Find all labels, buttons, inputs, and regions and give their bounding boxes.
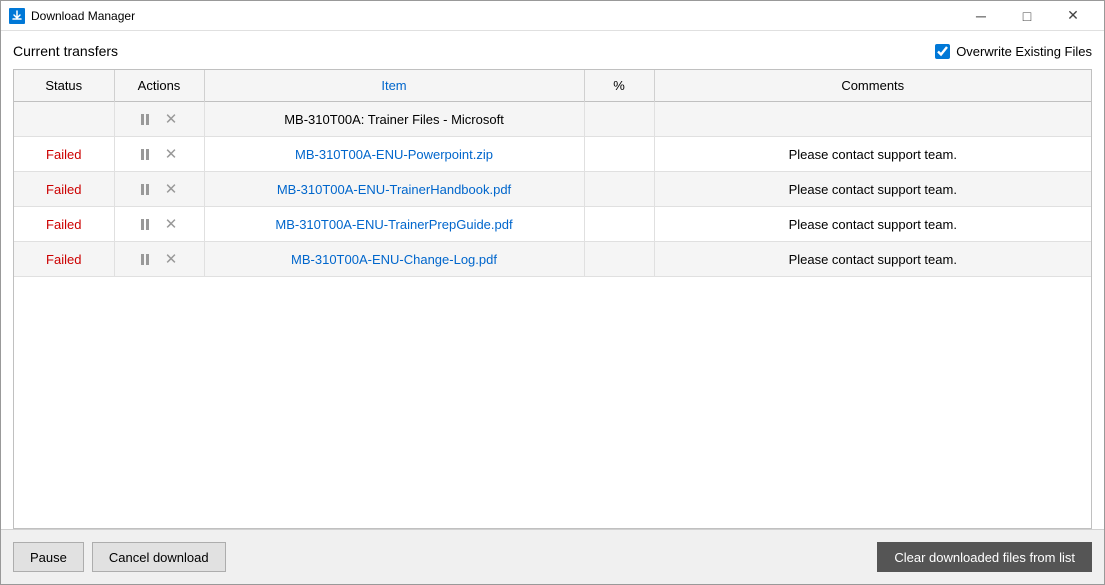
actions-buttons: ✕ bbox=[123, 143, 196, 165]
item-link[interactable]: MB-310T00A-ENU-TrainerPrepGuide.pdf bbox=[275, 217, 512, 232]
close-icon: ✕ bbox=[165, 145, 178, 163]
close-icon: ✕ bbox=[165, 180, 178, 198]
status-cell: Failed bbox=[14, 172, 114, 207]
overwrite-label: Overwrite Existing Files bbox=[956, 44, 1092, 59]
cancel-download-button[interactable]: Cancel download bbox=[92, 542, 226, 572]
close-icon: ✕ bbox=[165, 250, 178, 268]
footer-bar: Pause Cancel download Clear downloaded f… bbox=[1, 529, 1104, 584]
status-badge: Failed bbox=[46, 252, 81, 267]
comments-cell: Please contact support team. bbox=[654, 207, 1091, 242]
close-button[interactable]: ✕ bbox=[1050, 1, 1096, 31]
table-row: ✕ MB-310T00A: Trainer Files - Microsoft bbox=[14, 102, 1091, 137]
row-pause-button[interactable] bbox=[137, 217, 153, 232]
actions-cell: ✕ bbox=[114, 207, 204, 242]
comment-text: Please contact support team. bbox=[789, 147, 957, 162]
header-comments: Comments bbox=[654, 70, 1091, 102]
header-percent: % bbox=[584, 70, 654, 102]
status-cell: Failed bbox=[14, 207, 114, 242]
pause-button[interactable]: Pause bbox=[13, 542, 84, 572]
window-content: Current transfers Overwrite Existing Fil… bbox=[1, 31, 1104, 529]
overwrite-checkbox[interactable] bbox=[935, 44, 950, 59]
item-link[interactable]: MB-310T00A-ENU-Change-Log.pdf bbox=[291, 252, 497, 267]
comments-cell bbox=[654, 102, 1091, 137]
pause-icon bbox=[141, 219, 149, 230]
status-badge: Failed bbox=[46, 217, 81, 232]
item-link[interactable]: MB-310T00A-ENU-Powerpoint.zip bbox=[295, 147, 493, 162]
status-badge: Failed bbox=[46, 182, 81, 197]
comment-text: Please contact support team. bbox=[789, 252, 957, 267]
actions-cell: ✕ bbox=[114, 137, 204, 172]
current-transfers-label: Current transfers bbox=[13, 43, 118, 59]
row-cancel-button[interactable]: ✕ bbox=[161, 248, 182, 270]
downloads-table: Status Actions Item % Comments ✕ MB-310T0… bbox=[14, 70, 1091, 277]
item-cell: MB-310T00A-ENU-Powerpoint.zip bbox=[204, 137, 584, 172]
row-pause-button[interactable] bbox=[137, 182, 153, 197]
pause-icon bbox=[141, 184, 149, 195]
window-title: Download Manager bbox=[31, 9, 958, 23]
status-cell: Failed bbox=[14, 137, 114, 172]
close-icon: ✕ bbox=[165, 110, 178, 128]
row-pause-button[interactable] bbox=[137, 147, 153, 162]
row-cancel-button[interactable]: ✕ bbox=[161, 178, 182, 200]
percent-cell bbox=[584, 172, 654, 207]
clear-downloaded-button[interactable]: Clear downloaded files from list bbox=[877, 542, 1092, 572]
row-pause-button[interactable] bbox=[137, 252, 153, 267]
status-badge: Failed bbox=[46, 147, 81, 162]
pause-icon bbox=[141, 254, 149, 265]
row-cancel-button[interactable]: ✕ bbox=[161, 143, 182, 165]
footer-left-buttons: Pause Cancel download bbox=[13, 542, 226, 572]
download-icon bbox=[9, 8, 25, 24]
close-icon: ✕ bbox=[165, 215, 178, 233]
download-manager-window: Download Manager ─ □ ✕ Current transfers… bbox=[0, 0, 1105, 585]
row-pause-button[interactable] bbox=[137, 112, 153, 127]
percent-cell bbox=[584, 102, 654, 137]
percent-cell bbox=[584, 242, 654, 277]
comment-text: Please contact support team. bbox=[789, 182, 957, 197]
percent-cell bbox=[584, 207, 654, 242]
header-row: Current transfers Overwrite Existing Fil… bbox=[13, 43, 1092, 59]
row-cancel-button[interactable]: ✕ bbox=[161, 213, 182, 235]
item-link[interactable]: MB-310T00A-ENU-TrainerHandbook.pdf bbox=[277, 182, 511, 197]
table-row: Failed ✕ MB-310T00A-ENU-Powerpoint.zip Plea… bbox=[14, 137, 1091, 172]
actions-buttons: ✕ bbox=[123, 213, 196, 235]
actions-cell: ✕ bbox=[114, 242, 204, 277]
item-cell: MB-310T00A: Trainer Files - Microsoft bbox=[204, 102, 584, 137]
percent-cell bbox=[584, 137, 654, 172]
row-cancel-button[interactable]: ✕ bbox=[161, 108, 182, 130]
empty-area bbox=[14, 277, 1091, 528]
table-header-row: Status Actions Item % Comments bbox=[14, 70, 1091, 102]
item-cell: MB-310T00A-ENU-TrainerHandbook.pdf bbox=[204, 172, 584, 207]
actions-buttons: ✕ bbox=[123, 178, 196, 200]
pause-icon bbox=[141, 114, 149, 125]
pause-icon bbox=[141, 149, 149, 160]
comment-text: Please contact support team. bbox=[789, 217, 957, 232]
table-row: Failed ✕ MB-310T00A-ENU-Change-Log.pdf Plea… bbox=[14, 242, 1091, 277]
header-item: Item bbox=[204, 70, 584, 102]
window-controls: ─ □ ✕ bbox=[958, 1, 1096, 31]
status-cell bbox=[14, 102, 114, 137]
actions-buttons: ✕ bbox=[123, 248, 196, 270]
minimize-button[interactable]: ─ bbox=[958, 1, 1004, 31]
item-cell: MB-310T00A-ENU-TrainerPrepGuide.pdf bbox=[204, 207, 584, 242]
header-status: Status bbox=[14, 70, 114, 102]
actions-cell: ✕ bbox=[114, 172, 204, 207]
comments-cell: Please contact support team. bbox=[654, 242, 1091, 277]
comments-cell: Please contact support team. bbox=[654, 137, 1091, 172]
status-cell: Failed bbox=[14, 242, 114, 277]
actions-buttons: ✕ bbox=[123, 108, 196, 130]
header-actions: Actions bbox=[114, 70, 204, 102]
comments-cell: Please contact support team. bbox=[654, 172, 1091, 207]
title-bar: Download Manager ─ □ ✕ bbox=[1, 1, 1104, 31]
item-parent: MB-310T00A: Trainer Files - Microsoft bbox=[284, 112, 504, 127]
overwrite-area: Overwrite Existing Files bbox=[935, 44, 1092, 59]
maximize-button[interactable]: □ bbox=[1004, 1, 1050, 31]
table-row: Failed ✕ MB-310T00A-ENU-TrainerPrepGuide.p… bbox=[14, 207, 1091, 242]
actions-cell: ✕ bbox=[114, 102, 204, 137]
item-cell: MB-310T00A-ENU-Change-Log.pdf bbox=[204, 242, 584, 277]
downloads-table-container: Status Actions Item % Comments ✕ MB-310T0… bbox=[13, 69, 1092, 529]
table-row: Failed ✕ MB-310T00A-ENU-TrainerHandbook.pd… bbox=[14, 172, 1091, 207]
